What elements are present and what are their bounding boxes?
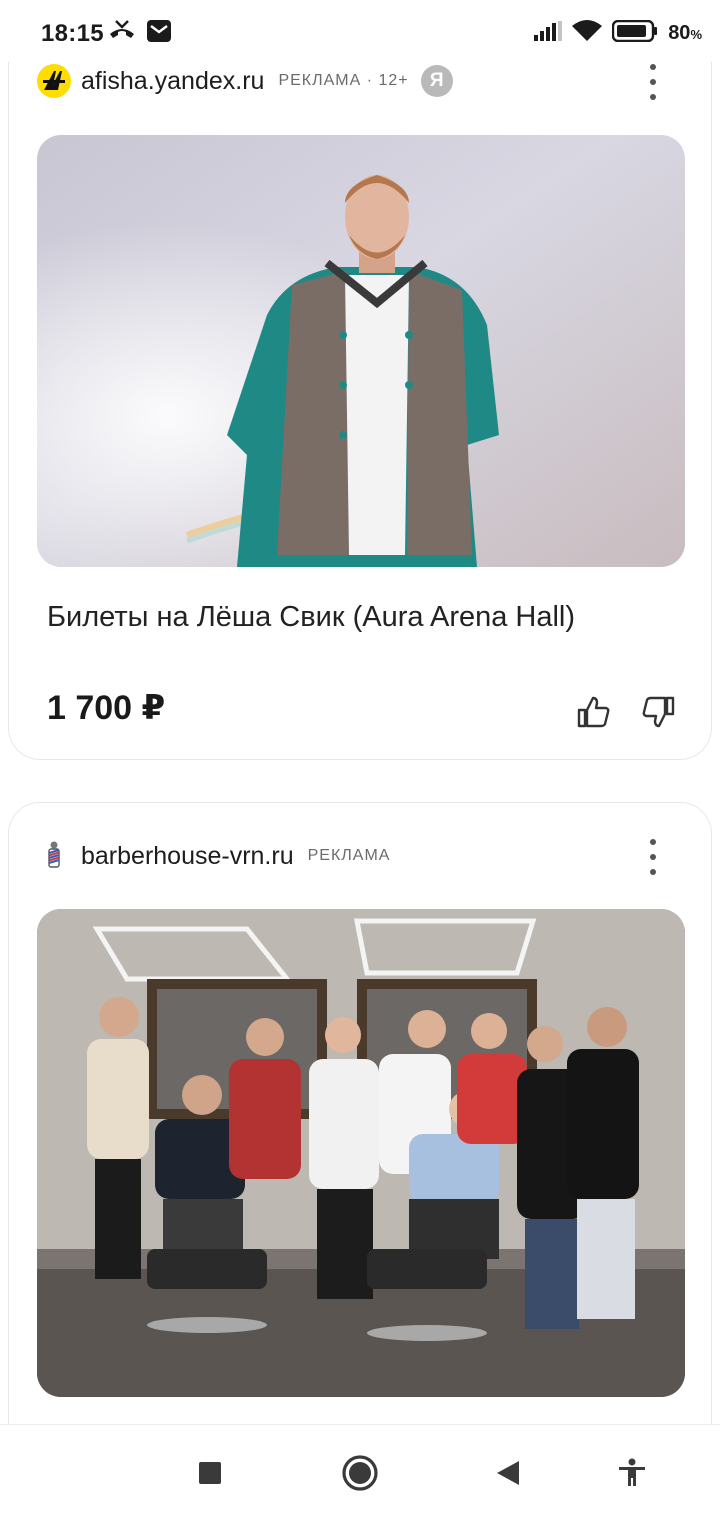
battery-icon bbox=[611, 19, 658, 47]
status-time: 18:15 bbox=[41, 20, 104, 47]
status-bar: 18:15 80% bbox=[0, 0, 720, 62]
home-circle-icon[interactable] bbox=[338, 1451, 382, 1495]
more-options-button[interactable] bbox=[643, 64, 663, 100]
yandex-badge-icon[interactable]: Я bbox=[420, 65, 453, 97]
recents-square-icon[interactable] bbox=[188, 1451, 232, 1495]
thumbs-down-icon[interactable] bbox=[639, 692, 679, 732]
ad-label: РЕКЛАМА · 12+ bbox=[278, 72, 409, 89]
thumbs-up-icon[interactable] bbox=[573, 692, 613, 732]
barber-pole-icon bbox=[37, 839, 71, 873]
accessibility-icon[interactable] bbox=[610, 1451, 654, 1495]
ad-label: РЕКЛАМА bbox=[307, 847, 391, 864]
ad-title[interactable]: Билеты на Лёша Свик (Aura Arena Hall) bbox=[47, 596, 607, 638]
ad-domain[interactable]: afisha.yandex.ru bbox=[81, 67, 264, 96]
back-triangle-icon[interactable] bbox=[486, 1451, 530, 1495]
ad-domain[interactable]: barberhouse-vrn.ru bbox=[81, 842, 294, 871]
afisha-logo-icon bbox=[37, 64, 71, 98]
battery-level: 80% bbox=[668, 22, 702, 44]
mail-icon bbox=[146, 18, 172, 49]
wifi-icon bbox=[572, 20, 603, 47]
more-options-button[interactable] bbox=[643, 839, 663, 875]
ad-source: afisha.yandex.ru РЕКЛАМА · 12+ Я bbox=[37, 64, 453, 98]
ad-image[interactable] bbox=[37, 909, 685, 1397]
status-notification-icons bbox=[108, 18, 172, 49]
signal-icon bbox=[534, 21, 563, 46]
system-nav-bar bbox=[0, 1424, 720, 1520]
missed-call-icon bbox=[108, 18, 136, 49]
ad-price: 1 700 ₽ bbox=[47, 689, 166, 727]
ad-image[interactable] bbox=[37, 135, 685, 567]
ad-source: barberhouse-vrn.ru РЕКЛАМА bbox=[37, 839, 390, 873]
ad-card[interactable]: afisha.yandex.ru РЕКЛАМА · 12+ Я Билеты … bbox=[8, 28, 712, 760]
ad-card[interactable]: barberhouse-vrn.ru РЕКЛАМА bbox=[8, 802, 712, 1482]
status-system-icons: 80% bbox=[534, 19, 702, 47]
